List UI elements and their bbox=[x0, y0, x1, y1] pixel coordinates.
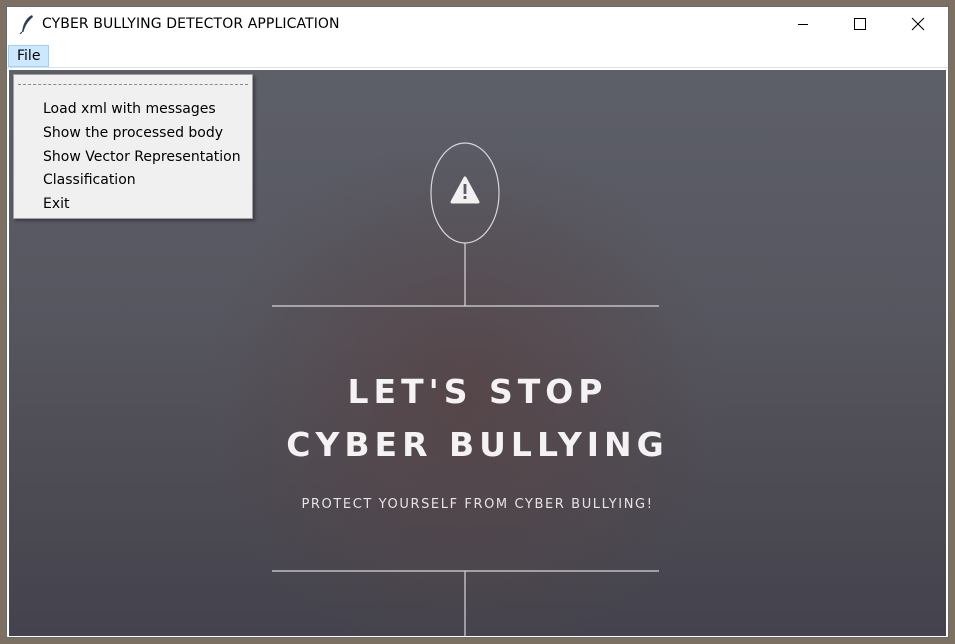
headline-line-1: LET'S STOP bbox=[347, 372, 608, 411]
menu-item-load-xml[interactable]: Load xml with messages bbox=[43, 98, 216, 120]
feather-icon bbox=[19, 15, 33, 34]
maximize-button[interactable] bbox=[837, 7, 883, 41]
minimize-button[interactable] bbox=[780, 7, 826, 41]
warning-triangle-icon bbox=[450, 176, 480, 204]
app-window: CYBER BULLYING DETECTOR APPLICATION File bbox=[6, 6, 949, 638]
file-dropdown-menu: Load xml with messages Show the processe… bbox=[13, 74, 253, 219]
subheadline: PROTECT YOURSELF FROM CYBER BULLYING! bbox=[301, 497, 654, 512]
headline-line-2: CYBER BULLYING bbox=[286, 425, 669, 464]
close-icon bbox=[911, 17, 925, 31]
window-title: CYBER BULLYING DETECTOR APPLICATION bbox=[42, 16, 340, 32]
title-bar[interactable]: CYBER BULLYING DETECTOR APPLICATION bbox=[7, 7, 948, 43]
menu-item-processed-body[interactable]: Show the processed body bbox=[43, 122, 223, 144]
menu-item-vector-representation[interactable]: Show Vector Representation bbox=[43, 146, 241, 168]
menu-item-exit[interactable]: Exit bbox=[43, 193, 70, 215]
file-menu[interactable]: File bbox=[8, 45, 50, 67]
menu-bar: File bbox=[7, 44, 948, 68]
close-button[interactable] bbox=[895, 7, 941, 41]
minimize-icon bbox=[798, 24, 808, 25]
maximize-icon bbox=[854, 18, 866, 30]
menu-item-classification[interactable]: Classification bbox=[43, 169, 136, 191]
tearoff-line[interactable] bbox=[18, 84, 248, 85]
